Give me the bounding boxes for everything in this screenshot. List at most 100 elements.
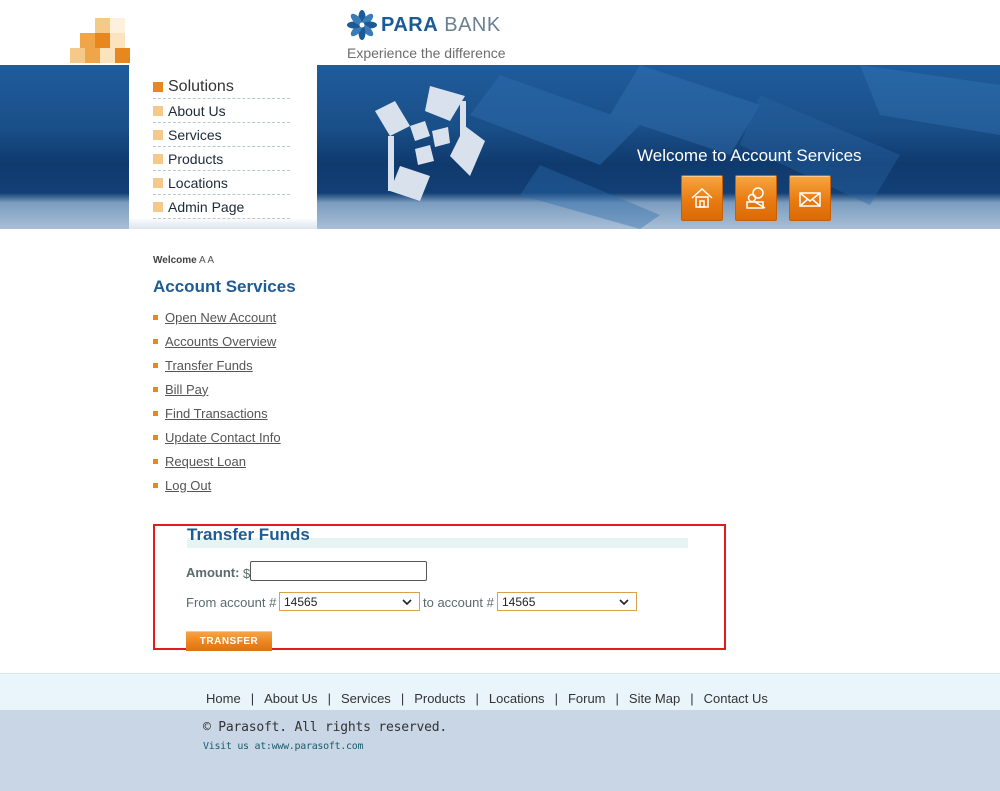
menu-item-services[interactable]: Services: [153, 124, 290, 147]
chevron-down-icon: [402, 599, 412, 606]
footer-link-contact-us[interactable]: Contact Us: [704, 691, 768, 706]
to-account-value: 14565: [502, 594, 536, 609]
amount-input[interactable]: [250, 561, 427, 581]
bullet-icon: [153, 314, 158, 320]
menu-item-products[interactable]: Products: [153, 148, 290, 171]
footer-separator: |: [554, 691, 558, 706]
square-bullet-icon: [153, 154, 163, 164]
menu-link-locations[interactable]: Locations: [168, 175, 228, 191]
footer-nav: Home | About Us | Services | Products | Loca…: [206, 691, 768, 706]
square-bullet-icon: [153, 130, 163, 140]
menu-item-label: Solutions: [168, 78, 234, 95]
contact-icon: [799, 192, 821, 207]
blocks-logo-icon: [70, 18, 130, 64]
list-item: Bill Pay: [153, 377, 281, 401]
footer-link-locations[interactable]: Locations: [489, 691, 545, 706]
list-item: Find Transactions: [153, 401, 281, 425]
parabank-flower-icon: [347, 10, 377, 40]
bill-pay-link[interactable]: Bill Pay: [165, 382, 208, 397]
menu-link-products[interactable]: Products: [168, 151, 223, 167]
transfer-button[interactable]: TRANSFER: [186, 631, 272, 651]
footer-item: | Forum: [545, 691, 606, 706]
footer-link-services[interactable]: Services: [341, 691, 391, 706]
main-menu: Solutions About Us Services Products Loc…: [153, 76, 290, 220]
footer-link-about-us[interactable]: About Us: [264, 691, 317, 706]
from-account-label: From account #: [186, 595, 277, 610]
from-account-value: 14565: [284, 594, 318, 609]
home-button[interactable]: [681, 175, 723, 221]
about-icon: [746, 187, 766, 209]
chevron-down-icon: [619, 599, 629, 606]
to-account-select[interactable]: 14565: [497, 592, 637, 611]
square-bullet-icon: [153, 202, 163, 212]
transfer-funds-panel: Transfer Funds Amount: $ From account # …: [153, 524, 726, 651]
transfer-funds-title: Transfer Funds: [187, 525, 310, 544]
bullet-icon: [153, 386, 158, 392]
footer-link-products[interactable]: Products: [414, 691, 465, 706]
welcome-line: Welcome A A: [153, 255, 214, 266]
network-arrows-icon: [375, 86, 485, 201]
list-item: Update Contact Info: [153, 425, 281, 449]
footer-item: | Contact Us: [680, 691, 768, 706]
brand-name: PARA BANK: [381, 13, 501, 36]
request-loan-link[interactable]: Request Loan: [165, 454, 246, 469]
footer-link-site-map[interactable]: Site Map: [629, 691, 680, 706]
list-item: Request Loan: [153, 449, 281, 473]
bullet-icon: [153, 434, 158, 440]
menu-link-services[interactable]: Services: [168, 127, 222, 143]
accounts-overview-link[interactable]: Accounts Overview: [165, 334, 276, 349]
footer-item: | About Us: [241, 691, 318, 706]
welcome-title: Welcome to Account Services: [637, 146, 862, 165]
footer-link-forum[interactable]: Forum: [568, 691, 606, 706]
bullet-icon: [153, 482, 158, 488]
open-new-account-link[interactable]: Open New Account: [165, 310, 276, 325]
account-services-title: Account Services: [153, 277, 296, 296]
bullet-icon: [153, 338, 158, 344]
list-item: Open New Account: [153, 305, 281, 329]
menu-link-admin-page[interactable]: Admin Page: [168, 199, 244, 215]
footer-separator: |: [475, 691, 479, 706]
menu-item-about-us[interactable]: About Us: [153, 100, 290, 123]
menu-item-admin-page[interactable]: Admin Page: [153, 196, 290, 219]
about-button[interactable]: [735, 175, 777, 221]
transfer-funds-link[interactable]: Transfer Funds: [165, 358, 253, 373]
user-name: A A: [198, 255, 214, 266]
menu-item-solutions: Solutions: [153, 76, 290, 99]
bullet-icon: [153, 362, 158, 368]
menu-link-about-us[interactable]: About Us: [168, 103, 226, 119]
list-item: Transfer Funds: [153, 353, 281, 377]
find-transactions-link[interactable]: Find Transactions: [165, 406, 268, 421]
square-bullet-icon: [153, 178, 163, 188]
footer-nav-bar: Home | About Us | Services | Products | Loca…: [0, 673, 1000, 711]
contact-button[interactable]: [789, 175, 831, 221]
to-account-label: to account #: [423, 595, 494, 610]
square-bullet-icon: [153, 82, 163, 92]
menu-item-locations[interactable]: Locations: [153, 172, 290, 195]
welcome-label: Welcome: [153, 255, 197, 266]
log-out-link[interactable]: Log Out: [165, 478, 211, 493]
home-icon: [691, 187, 713, 208]
brand-tagline: Experience the difference: [347, 45, 506, 61]
from-account-select[interactable]: 14565: [279, 592, 420, 611]
bullet-icon: [153, 458, 158, 464]
brand-logo[interactable]: PARA BANK Experience the difference: [347, 10, 506, 61]
footer-item: | Products: [391, 691, 466, 706]
footer-separator: |: [615, 691, 619, 706]
update-contact-info-link[interactable]: Update Contact Info: [165, 430, 281, 445]
footer-item: Home: [206, 691, 241, 706]
account-services-menu: Open New Account Accounts Overview Trans…: [153, 305, 281, 497]
footer-link-home[interactable]: Home: [206, 691, 241, 706]
footer-separator: |: [400, 691, 405, 706]
visit-link[interactable]: Visit us at:www.parasoft.com: [203, 741, 363, 752]
square-bullet-icon: [153, 106, 163, 116]
footer-item: | Locations: [466, 691, 545, 706]
bullet-icon: [153, 410, 158, 416]
amount-label: Amount:: [186, 565, 240, 580]
footer-bottom: © Parasoft. All rights reserved. Visit u…: [0, 710, 1000, 791]
footer-item: | Site Map: [606, 691, 681, 706]
list-item: Log Out: [153, 473, 281, 497]
footer-item: | Services: [318, 691, 391, 706]
footer-separator: |: [690, 691, 694, 706]
copyright-text: © Parasoft. All rights reserved.: [203, 720, 448, 735]
footer-separator: |: [327, 691, 331, 706]
